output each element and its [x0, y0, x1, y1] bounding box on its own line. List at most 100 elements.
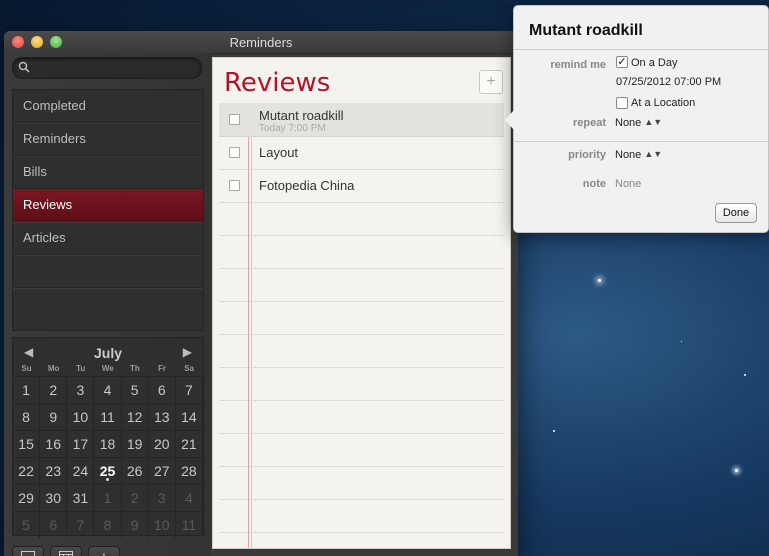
- calendar-week: 22 23 24 25 26 27 28: [13, 457, 203, 484]
- calendar-day[interactable]: 9: [40, 404, 68, 430]
- sidebar: Completed Reminders Bills Reviews Articl…: [4, 53, 211, 556]
- empty-row[interactable]: [219, 367, 504, 401]
- calendar-day[interactable]: 7: [67, 512, 95, 538]
- list-title: Reviews: [224, 68, 331, 98]
- remind-datetime-field[interactable]: 07/25/2012 07:00 PM: [616, 76, 721, 88]
- calendar-day[interactable]: 28: [176, 458, 203, 484]
- calendar-day[interactable]: 30: [40, 485, 68, 511]
- calendar-day[interactable]: 17: [67, 431, 95, 457]
- calendar-day[interactable]: 12: [122, 404, 149, 430]
- reminder-checkbox[interactable]: [229, 180, 240, 191]
- calendar-day[interactable]: 5: [13, 512, 41, 538]
- lists-panel: Completed Reminders Bills Reviews Articl…: [12, 89, 204, 331]
- weekday-label: Sa: [184, 364, 194, 373]
- calendar-day[interactable]: 22: [13, 458, 41, 484]
- calendar-day[interactable]: 16: [40, 431, 68, 457]
- reminder-title[interactable]: Layout: [259, 145, 298, 160]
- title-bar: Reminders: [4, 31, 518, 54]
- weekday-label: Su: [21, 364, 32, 373]
- empty-row[interactable]: [219, 400, 504, 434]
- calendar-icon: [59, 551, 73, 556]
- calendar-day[interactable]: 29: [13, 485, 41, 511]
- calendar-day[interactable]: 15: [13, 431, 41, 457]
- list-item-completed[interactable]: Completed: [13, 90, 203, 123]
- reminder-detail-popover: Mutant roadkill remind me ✓ On a Day 07/…: [505, 5, 769, 233]
- list-item-empty: [13, 255, 203, 288]
- calendar-day[interactable]: 3: [149, 485, 176, 511]
- calendar-day[interactable]: 2: [122, 485, 149, 511]
- calendar-day[interactable]: 24: [67, 458, 95, 484]
- empty-row[interactable]: [219, 433, 504, 467]
- on-a-day-checkbox[interactable]: ✓: [616, 56, 628, 68]
- reminder-row-mutant-roadkill[interactable]: Mutant roadkill Today 7:00 PM: [219, 103, 504, 137]
- reminder-rows: Mutant roadkill Today 7:00 PM Layout Fot…: [219, 103, 504, 548]
- calendar-grid: 1 2 3 4 5 6 7 8 9 10 11 12 13 14 15 16 17 18 19 20 21 22 23 24 2…: [13, 376, 203, 538]
- popover-title[interactable]: Mutant roadkill: [529, 22, 643, 40]
- calendar-day[interactable]: 9: [122, 512, 149, 538]
- reminder-row-fotopedia-china[interactable]: Fotopedia China: [219, 169, 504, 203]
- at-location-label: At a Location: [631, 97, 696, 109]
- calendar-day[interactable]: 23: [40, 458, 68, 484]
- calendar-day[interactable]: 13: [149, 404, 176, 430]
- updown-arrows-icon: ▲▼: [644, 117, 663, 127]
- calendar-day[interactable]: 1: [94, 485, 122, 511]
- add-reminder-button[interactable]: +: [479, 70, 503, 94]
- reminder-title[interactable]: Fotopedia China: [259, 178, 354, 193]
- star: [735, 469, 738, 472]
- calendar-day[interactable]: 3: [67, 377, 95, 403]
- calendar-day[interactable]: 31: [67, 485, 95, 511]
- calendar-day[interactable]: 10: [149, 512, 176, 538]
- calendar-day[interactable]: 2: [40, 377, 68, 403]
- priority-select[interactable]: None ▲▼: [615, 149, 662, 161]
- on-a-day-label: On a Day: [631, 57, 678, 69]
- calendar-day[interactable]: 20: [149, 431, 176, 457]
- reminder-title[interactable]: Mutant roadkill: [259, 108, 344, 123]
- calendar-day[interactable]: 26: [122, 458, 149, 484]
- empty-row[interactable]: [219, 202, 504, 236]
- calendar-day[interactable]: 6: [40, 512, 68, 538]
- reminder-row-layout[interactable]: Layout: [219, 136, 504, 170]
- calendar-day[interactable]: 25: [94, 458, 122, 484]
- calendar-day[interactable]: 1: [13, 377, 41, 403]
- calendar-day[interactable]: 21: [176, 431, 203, 457]
- calendar-day[interactable]: 8: [94, 512, 122, 538]
- note-field[interactable]: None: [615, 178, 641, 190]
- calendar-day[interactable]: 8: [13, 404, 41, 430]
- reminder-checkbox[interactable]: [229, 147, 240, 158]
- calendar-day[interactable]: 7: [176, 377, 203, 403]
- show-calendar-button[interactable]: [50, 546, 82, 556]
- empty-row[interactable]: [219, 235, 504, 269]
- repeat-select[interactable]: None ▲▼: [615, 117, 662, 129]
- calendar-day[interactable]: 4: [176, 485, 203, 511]
- at-location-checkbox[interactable]: [616, 97, 628, 109]
- list-item-bills[interactable]: Bills: [13, 156, 203, 189]
- list-item-reviews[interactable]: Reviews: [13, 189, 203, 222]
- list-item-articles[interactable]: Articles: [13, 222, 203, 255]
- calendar-day[interactable]: 10: [67, 404, 95, 430]
- calendar-day[interactable]: 4: [94, 377, 122, 403]
- calendar-day[interactable]: 11: [176, 512, 203, 538]
- calendar-day[interactable]: 18: [94, 431, 122, 457]
- calendar-day[interactable]: 5: [122, 377, 149, 403]
- repeat-value: None: [615, 117, 642, 129]
- star: [553, 430, 555, 432]
- empty-row[interactable]: [219, 301, 504, 335]
- reminder-checkbox[interactable]: [229, 114, 240, 125]
- empty-row[interactable]: [219, 499, 504, 533]
- next-month-icon[interactable]: ▶: [183, 345, 192, 359]
- empty-row[interactable]: [219, 466, 504, 500]
- search-input[interactable]: [12, 57, 202, 79]
- window-title: Reminders: [229, 35, 293, 50]
- calendar-day[interactable]: 19: [122, 431, 149, 457]
- calendar-day[interactable]: 6: [149, 377, 176, 403]
- calendar-day[interactable]: 14: [176, 404, 203, 430]
- show-lists-button[interactable]: [12, 546, 44, 556]
- weekday-label: Th: [130, 364, 140, 373]
- calendar-day[interactable]: 11: [94, 404, 122, 430]
- list-item-reminders[interactable]: Reminders: [13, 123, 203, 156]
- add-list-button[interactable]: +: [88, 546, 120, 556]
- calendar-day[interactable]: 27: [149, 458, 176, 484]
- empty-row[interactable]: [219, 334, 504, 368]
- done-button[interactable]: Done: [715, 203, 757, 223]
- empty-row[interactable]: [219, 268, 504, 302]
